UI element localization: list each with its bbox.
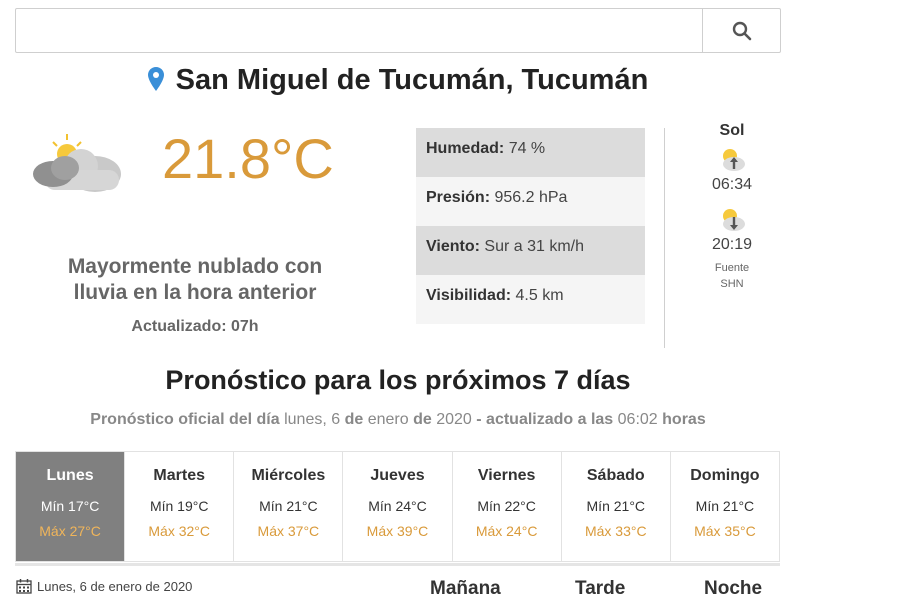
weather-description: Mayormente nublado con lluvia en la hora… bbox=[67, 255, 323, 304]
forecast-subtitle-part: 06:02 bbox=[617, 411, 658, 428]
visibility-row: Visibilidad: 4.5 km bbox=[416, 275, 645, 324]
forecast-subtitle: Pronóstico oficial del día lunes, 6 de e… bbox=[0, 411, 796, 429]
sunset-icon bbox=[723, 209, 745, 231]
day-name: Lunes bbox=[46, 467, 94, 484]
day-name: Jueves bbox=[370, 467, 425, 484]
day-name: Sábado bbox=[586, 467, 645, 484]
selected-date: Lunes, 6 de enero de 2020 bbox=[16, 578, 192, 594]
humidity-label: Humedad: bbox=[426, 140, 505, 157]
search-input[interactable] bbox=[16, 9, 702, 52]
forecast-subtitle-part: de bbox=[344, 411, 364, 428]
day-tab-jueves[interactable]: Jueves Mín 24°C Máx 39°C bbox=[342, 452, 451, 561]
wind-row: Viento: Sur a 31 km/h bbox=[416, 226, 645, 275]
wind-label: Viento: bbox=[426, 238, 480, 255]
cloudy-sun-icon bbox=[25, 132, 125, 203]
day-name: Miércoles bbox=[251, 467, 326, 484]
forecast-subtitle-part: Pronóstico oficial del día bbox=[90, 411, 280, 428]
pressure-row: Presión: 956.2 hPa bbox=[416, 177, 645, 226]
day-max: Máx 37°C bbox=[257, 523, 320, 539]
day-max: Máx 32°C bbox=[148, 523, 211, 539]
day-min: Mín 19°C bbox=[149, 498, 209, 514]
day-tab-sabado[interactable]: Sábado Mín 21°C Máx 33°C bbox=[560, 452, 670, 561]
day-name: Viernes bbox=[477, 467, 536, 484]
search-button[interactable] bbox=[702, 9, 780, 52]
day-name: Martes bbox=[153, 467, 205, 484]
day-tab-martes[interactable]: Martes Mín 19°C Máx 32°C bbox=[124, 452, 233, 561]
forecast-title: Pronóstico para los próximos 7 días bbox=[165, 365, 631, 395]
day-min: Mín 21°C bbox=[695, 498, 755, 514]
location-title: San Miguel de Tucumán, Tucumán bbox=[0, 64, 796, 97]
selected-date-text: Lunes, 6 de enero de 2020 bbox=[37, 578, 193, 594]
forecast-subtitle-part: enero bbox=[367, 411, 409, 428]
source-label: Fuente bbox=[714, 262, 750, 274]
day-min: Mín 21°C bbox=[259, 498, 318, 514]
forecast-subtitle-part: lunes, 6 bbox=[284, 411, 341, 428]
map-pin-icon bbox=[147, 67, 164, 91]
sunset-time: 20:19 bbox=[711, 236, 753, 253]
current-temperature: 21.8°C bbox=[162, 127, 334, 190]
forecast-subtitle-part: de bbox=[413, 411, 432, 428]
day-max: Máx 39°C bbox=[366, 523, 429, 539]
day-name: Domingo bbox=[690, 467, 760, 484]
day-min: Mín 24°C bbox=[368, 498, 427, 514]
separator-bar bbox=[15, 563, 780, 566]
visibility-label: Visibilidad: bbox=[426, 287, 512, 304]
forecast-subtitle-part: horas bbox=[662, 411, 706, 428]
humidity-value: 74 % bbox=[508, 140, 546, 157]
humidity-row: Humedad: 74 % bbox=[416, 128, 645, 177]
divider bbox=[664, 128, 665, 348]
wind-value: Sur a 31 km/h bbox=[484, 238, 584, 255]
period-manana: Mañana bbox=[430, 578, 501, 599]
sunrise-icon bbox=[723, 149, 745, 171]
forecast-days: Lunes Mín 17°C Máx 27°C Martes Mín 19°C … bbox=[15, 451, 780, 562]
visibility-value: 4.5 km bbox=[515, 287, 564, 304]
day-min: Mín 17°C bbox=[40, 498, 100, 514]
period-noche: Noche bbox=[704, 578, 763, 599]
sun-panel: Sol 06:34 20:19 Fuente SHN bbox=[692, 122, 772, 292]
sun-title: Sol bbox=[719, 122, 745, 139]
search-icon bbox=[732, 21, 751, 40]
day-min: Mín 22°C bbox=[477, 498, 536, 514]
day-max: Máx 33°C bbox=[584, 523, 647, 539]
search-bar bbox=[15, 8, 781, 53]
calendar-icon bbox=[16, 579, 32, 594]
day-tab-lunes[interactable]: Lunes Mín 17°C Máx 27°C bbox=[16, 452, 125, 561]
day-max: Máx 24°C bbox=[475, 523, 538, 539]
pressure-value: 956.2 hPa bbox=[494, 189, 568, 206]
pressure-label: Presión: bbox=[426, 189, 491, 206]
forecast-subtitle-part: 2020 bbox=[436, 411, 472, 428]
source-name: SHN bbox=[720, 278, 744, 290]
sunrise-time: 06:34 bbox=[711, 176, 753, 193]
day-max: Máx 35°C bbox=[694, 523, 756, 539]
day-min: Mín 21°C bbox=[586, 498, 646, 514]
updated-time: Actualizado: 07h bbox=[131, 318, 259, 335]
weather-stats: Humedad: 74 % Presión: 956.2 hPa Viento:… bbox=[416, 128, 645, 324]
day-max: Máx 27°C bbox=[39, 523, 101, 539]
forecast-subtitle-part: - actualizado a las bbox=[476, 411, 614, 428]
day-tab-miercoles[interactable]: Miércoles Mín 21°C Máx 37°C bbox=[233, 452, 342, 561]
day-tab-domingo[interactable]: Domingo Mín 21°C Máx 35°C bbox=[669, 452, 779, 561]
day-tab-viernes[interactable]: Viernes Mín 22°C Máx 24°C bbox=[451, 452, 561, 561]
location-name: San Miguel de Tucumán, Tucumán bbox=[175, 64, 649, 96]
period-tarde: Tarde bbox=[575, 578, 626, 599]
